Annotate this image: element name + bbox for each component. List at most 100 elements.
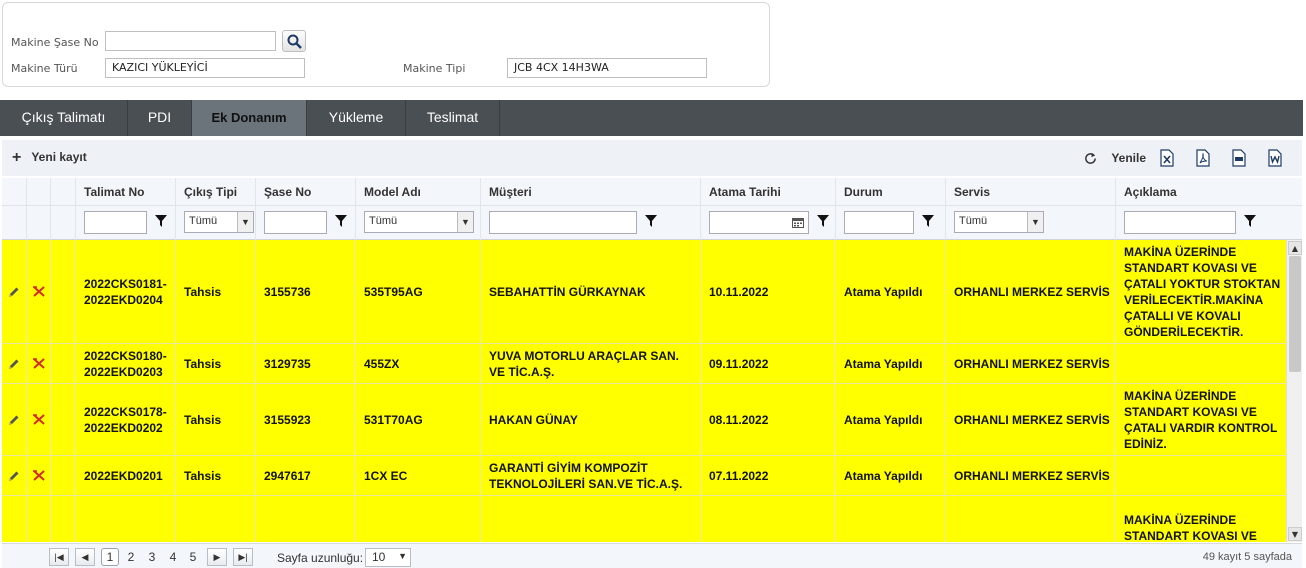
tab-yukleme[interactable]: Yükleme: [307, 100, 406, 136]
filter-model-adi-select[interactable]: Tümü ▼: [364, 211, 474, 233]
edit-pencil-icon[interactable]: [8, 286, 20, 298]
refresh-icon[interactable]: [1084, 152, 1097, 165]
filter-cikis-tipi-select[interactable]: Tümü ▼: [184, 211, 254, 233]
word-icon[interactable]: [1268, 149, 1282, 167]
chassis-label: Makine Şase No: [11, 36, 99, 49]
header-delete-col: [26, 178, 50, 206]
cell-text: 535T95AG: [364, 284, 423, 299]
cell-text: 09.11.2022: [709, 356, 769, 371]
cell-talimat-no: 2022CKS0178-2022EKD0202: [75, 384, 175, 455]
page-number-2[interactable]: 2: [122, 548, 140, 566]
header-durum[interactable]: Durum: [835, 178, 945, 206]
vertical-scrollbar[interactable]: ▲ ▼: [1286, 240, 1302, 542]
grid-body: 2022CKS0181-2022EKD0204 Tahsis 3155736 535T…: [2, 240, 1286, 542]
cell-musteri: YUVA MOTORLU ARAÇLAR SAN. VE TİC.A.Ş.: [480, 344, 700, 383]
filter-funnel-icon[interactable]: [1244, 215, 1256, 227]
page-size-select[interactable]: 10 ▼: [365, 548, 411, 567]
filter-atama-tarihi-input[interactable]: [709, 211, 809, 234]
tab-ek-donanim[interactable]: Ek Donanım: [192, 100, 307, 136]
prev-page-button[interactable]: ◀: [75, 548, 95, 566]
cell-text: 08.11.2022: [709, 412, 769, 427]
tab-pdi[interactable]: PDI: [128, 100, 192, 136]
filter-cell-sase-no: [255, 206, 355, 240]
cell-durum: Atama Yapıldı: [835, 384, 945, 455]
chevron-down-icon: ▼: [457, 212, 473, 232]
page-number-4[interactable]: 4: [164, 548, 182, 566]
row-extra-cell: [50, 344, 75, 383]
filter-funnel-icon[interactable]: [155, 215, 167, 227]
chevron-down-icon: ▼: [237, 212, 253, 232]
page-size-value: 10: [372, 550, 386, 564]
last-page-button[interactable]: ▶|: [233, 548, 253, 566]
plus-icon: +: [12, 149, 22, 166]
cell-aciklama: [1115, 344, 1286, 383]
filter-servis-select[interactable]: Tümü ▼: [954, 211, 1044, 233]
table-row[interactable]: 2022CKS0178-2022EKD0202 Tahsis 3155923 531T…: [2, 384, 1286, 456]
cell-text: ORHANLI MERKEZ SERVİS: [954, 468, 1110, 483]
cell-text: Atama Yapıldı: [844, 468, 923, 483]
table-row[interactable]: 2022CKS0181-2022EKD0204 Tahsis 3155736 535T…: [2, 240, 1286, 344]
edit-pencil-icon[interactable]: [8, 358, 20, 370]
add-record-button[interactable]: + Yeni kayıt: [12, 149, 87, 167]
filter-funnel-icon[interactable]: [645, 215, 657, 227]
table-row[interactable]: 2022CKS0180-2022EKD0203 Tahsis 3129735 455Z…: [2, 344, 1286, 384]
search-button[interactable]: [282, 30, 306, 52]
filter-aciklama-input[interactable]: [1124, 211, 1236, 234]
delete-cell: [26, 456, 50, 495]
cell-atama-tarihi: 10.11.2022: [700, 240, 835, 343]
delete-icon[interactable]: [32, 285, 46, 298]
grid-toolbar: + Yeni kayıt Yenile: [2, 140, 1302, 176]
cell-musteri: HAKAN GÜNAY: [480, 384, 700, 455]
excel-icon[interactable]: [1160, 149, 1174, 167]
filter-funnel-icon[interactable]: [335, 215, 347, 227]
add-record-label: Yeni kayıt: [31, 150, 87, 164]
cell-text: HAKAN GÜNAY: [489, 412, 578, 427]
header-sase-no[interactable]: Şase No: [255, 178, 355, 206]
page-number-5[interactable]: 5: [184, 548, 202, 566]
cell-text: SEBAHATTİN GÜRKAYNAK: [489, 284, 646, 299]
page-number-3[interactable]: 3: [143, 548, 161, 566]
filter-funnel-icon[interactable]: [817, 215, 829, 227]
cell-atama-tarihi: 09.11.2022: [700, 344, 835, 383]
delete-icon[interactable]: [32, 357, 46, 370]
table-row[interactable]: MAKİNA ÜZERİNDE STANDART KOVASI VE ÇATAL…: [2, 496, 1286, 542]
header-aciklama[interactable]: Açıklama: [1115, 178, 1302, 206]
chassis-input[interactable]: [105, 31, 276, 51]
tab-cikis-talimati[interactable]: Çıkış Talimatı: [0, 100, 128, 136]
scroll-down-icon[interactable]: ▼: [1288, 527, 1302, 541]
filter-durum-input[interactable]: [844, 211, 914, 234]
filter-cell-atama-tarihi: [700, 206, 835, 240]
calendar-icon[interactable]: [792, 217, 804, 228]
filter-sase-no-input[interactable]: [264, 211, 327, 234]
cell-text: Tahsis: [184, 356, 222, 371]
edit-pencil-icon[interactable]: [8, 470, 20, 482]
cell-durum: [835, 496, 945, 542]
tab-teslimat[interactable]: Teslimat: [406, 100, 500, 136]
page-number-1[interactable]: 1: [101, 548, 119, 566]
scroll-up-icon[interactable]: ▲: [1288, 241, 1302, 255]
filter-musteri-input[interactable]: [489, 211, 637, 234]
header-talimat-no[interactable]: Talimat No: [75, 178, 175, 206]
header-model-adi[interactable]: Model Adı: [355, 178, 480, 206]
cell-talimat-no: 2022CKS0180-2022EKD0203: [75, 344, 175, 383]
refresh-button[interactable]: Yenile: [1111, 151, 1146, 165]
delete-icon[interactable]: [32, 469, 46, 482]
grid-filter-row: Tümü ▼ Tümü ▼ Tümü ▼: [2, 206, 1302, 240]
filter-talimat-no-input[interactable]: [84, 211, 147, 234]
pdf-icon[interactable]: [1196, 149, 1210, 167]
csv-icon[interactable]: [1232, 149, 1246, 167]
table-row[interactable]: 2022EKD0201 Tahsis 2947617 1CX EC GARANTİ Gİ…: [2, 456, 1286, 496]
cell-text: 3155736: [264, 284, 311, 299]
header-atama-tarihi[interactable]: Atama Tarihi: [700, 178, 835, 206]
scroll-thumb[interactable]: [1289, 256, 1301, 372]
next-page-button[interactable]: ▶: [207, 548, 227, 566]
filter-funnel-icon[interactable]: [922, 215, 934, 227]
header-cikis-tipi[interactable]: Çıkış Tipi: [175, 178, 255, 206]
header-servis[interactable]: Servis: [945, 178, 1115, 206]
cell-text: ORHANLI MERKEZ SERVİS: [954, 284, 1110, 299]
cell-text: 2022CKS0181-2022EKD0204: [84, 276, 167, 307]
edit-pencil-icon[interactable]: [8, 414, 20, 426]
header-musteri[interactable]: Müşteri: [480, 178, 700, 206]
delete-icon[interactable]: [32, 413, 46, 426]
first-page-button[interactable]: |◀: [49, 548, 69, 566]
